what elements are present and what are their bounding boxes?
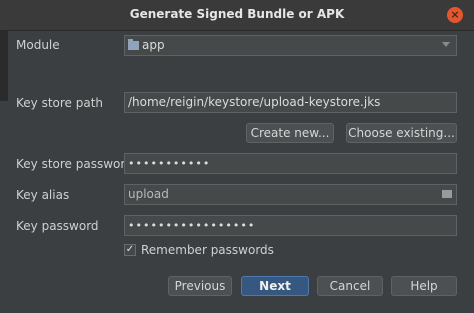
module-select[interactable]: app (124, 35, 457, 56)
module-label: Module (16, 38, 60, 52)
generate-signed-apk-dialog: Generate Signed Bundle or APK × Module a… (0, 0, 474, 313)
key-store-password-field[interactable]: ••••••••••• (124, 153, 457, 174)
module-value: app (142, 38, 165, 52)
help-button[interactable]: Help (391, 276, 457, 296)
remember-passwords-checkbox[interactable]: ✓ (124, 244, 136, 256)
next-button[interactable]: Next (241, 276, 309, 296)
dialog-title: Generate Signed Bundle or APK (129, 7, 345, 21)
cancel-button[interactable]: Cancel (317, 276, 383, 296)
key-alias-field[interactable]: upload (124, 184, 457, 205)
key-store-path-field[interactable]: /home/reigin/keystore/upload-keystore.jk… (124, 92, 457, 113)
key-alias-label: Key alias (16, 188, 70, 202)
background-strip (0, 31, 8, 101)
key-alias-value: upload (128, 187, 169, 201)
title-bar: Generate Signed Bundle or APK × (0, 0, 474, 31)
remember-passwords-label[interactable]: Remember passwords (141, 243, 274, 257)
previous-button[interactable]: Previous (168, 276, 232, 296)
browse-folder-icon[interactable] (442, 190, 452, 198)
close-button[interactable]: × (447, 7, 463, 23)
choose-existing-button[interactable]: Choose existing... (346, 123, 457, 143)
key-password-label: Key password (16, 219, 99, 233)
create-new-button[interactable]: Create new... (246, 123, 334, 143)
key-password-field[interactable]: ••••••••••••••••• (124, 215, 457, 236)
key-store-path-label: Key store path (16, 96, 104, 110)
module-folder-icon (128, 39, 139, 50)
key-store-password-label: Key store password (16, 157, 133, 171)
chevron-down-icon (442, 42, 450, 47)
